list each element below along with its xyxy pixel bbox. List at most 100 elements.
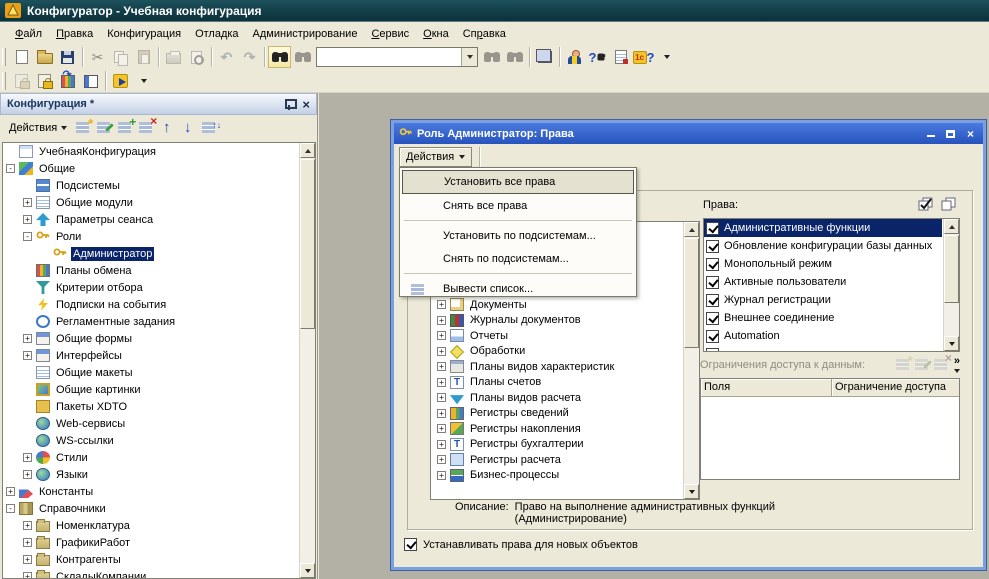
tree-item-label[interactable]: Справочники [37, 502, 108, 516]
expander-icon[interactable]: + [437, 393, 446, 402]
scroll-thumb[interactable] [300, 159, 315, 329]
expander-icon[interactable]: + [23, 453, 32, 462]
menu-item-clear-all-rights[interactable]: Снять все права [402, 194, 634, 217]
new-document-button[interactable] [10, 46, 33, 68]
tree-item-label[interactable]: Параметры сеанса [54, 213, 155, 227]
toolbar-grip[interactable] [2, 72, 6, 90]
expander-icon[interactable]: + [23, 538, 32, 547]
expander-icon[interactable]: + [437, 471, 446, 480]
tree-item-label[interactable]: Подсистемы [54, 179, 122, 193]
interface-editor-button[interactable] [79, 70, 102, 92]
tree-item-label[interactable]: Номенклатура [54, 519, 132, 533]
object-item[interactable]: + Регистры накопления [431, 421, 683, 437]
menu-configuration[interactable]: Конфигурация [100, 25, 188, 43]
tree-item[interactable]: Подписки на события [3, 296, 299, 313]
menu-debug[interactable]: Отладка [188, 25, 245, 43]
tree-item[interactable]: +Номенклатура [3, 517, 299, 534]
object-item[interactable]: + Планы видов характеристик [431, 359, 683, 375]
tree-item[interactable]: Пакеты XDTO [3, 398, 299, 415]
menu-service[interactable]: Сервис [364, 25, 416, 43]
print-preview-button[interactable] [185, 46, 208, 68]
tree-item[interactable]: -Общие [3, 160, 299, 177]
object-label[interactable]: Отчеты [468, 329, 510, 343]
tree-item-label[interactable]: Web-сервисы [54, 417, 127, 431]
expander-icon[interactable]: + [437, 409, 446, 418]
menu-item-output-list[interactable]: Вывести список... [402, 277, 634, 300]
search-input[interactable] [317, 48, 461, 66]
set-rights-for-new-objects[interactable]: Устанавливать права для новых объектов [404, 538, 638, 551]
expander-icon[interactable]: + [23, 215, 32, 224]
object-label[interactable]: Регистры накопления [468, 422, 583, 436]
check-all-icon[interactable] [917, 197, 934, 212]
object-item[interactable]: + Планы видов расчета [431, 390, 683, 406]
minimize-button[interactable] [923, 127, 938, 141]
close-icon[interactable]: × [302, 98, 310, 111]
tree-item-label[interactable]: Роли [54, 230, 83, 244]
syntax-check-button[interactable] [563, 46, 586, 68]
checkbox-checked[interactable] [706, 330, 719, 343]
tree-item-label[interactable]: Общие макеты [54, 366, 135, 380]
object-item[interactable]: +Журналы документов [431, 313, 683, 329]
expander-icon[interactable]: + [437, 424, 446, 433]
expander-icon[interactable]: + [437, 378, 446, 387]
cut-button[interactable]: ✂ [86, 46, 109, 68]
tree-item[interactable]: УчебнаяКонфигурация [3, 143, 299, 160]
add-item-button[interactable]: + [115, 120, 134, 136]
menu-administration[interactable]: Администрирование [246, 25, 365, 43]
dialog-actions-button[interactable]: Действия [399, 147, 472, 167]
toolbar2-more-button[interactable] [132, 70, 155, 92]
db-configuration-button[interactable] [56, 70, 79, 92]
object-item[interactable]: +TРегистры бухгалтерии [431, 437, 683, 453]
object-label[interactable]: Планы видов расчета [468, 391, 583, 405]
tree-item[interactable]: +Общие модули [3, 194, 299, 211]
rights-item[interactable]: Журнал регистрации [704, 291, 942, 309]
tree-item[interactable]: Регламентные задания [3, 313, 299, 330]
menu-file[interactable]: Файл [8, 25, 49, 43]
toolbar-more-button[interactable] [655, 46, 678, 68]
tree-item[interactable]: -Справочники [3, 500, 299, 517]
tree-item-label[interactable]: Критерии отбора [54, 281, 145, 295]
save-button[interactable] [56, 46, 79, 68]
tree-item-label[interactable]: ГрафикиРабот [54, 536, 132, 550]
tree-item[interactable]: Общие макеты [3, 364, 299, 381]
redo-button[interactable]: ↷ [238, 46, 261, 68]
scroll-up-button[interactable] [944, 219, 959, 234]
tree-item[interactable]: Критерии отбора [3, 279, 299, 296]
tree-scrollbar[interactable] [299, 143, 315, 578]
find-button[interactable] [268, 46, 291, 68]
tree-item[interactable]: +Константы [3, 483, 299, 500]
expander-icon[interactable]: + [437, 362, 446, 371]
object-label[interactable]: Журналы документов [468, 313, 583, 327]
actions-menu-button[interactable]: Действия [5, 120, 71, 136]
menu-item-set-all-rights[interactable]: Установить все права [402, 170, 634, 194]
checkbox-checked[interactable] [706, 276, 719, 289]
object-label[interactable]: Планы видов характеристик [468, 360, 616, 374]
object-label[interactable]: Бизнес-процессы [468, 468, 561, 482]
expander-icon[interactable]: + [23, 334, 32, 343]
rights-item-partial[interactable] [704, 345, 942, 352]
rights-item[interactable]: Обновление конфигурации базы данных [704, 237, 942, 255]
tree-item-label[interactable]: Общие картинки [54, 383, 143, 397]
about-1c-button[interactable]: 1с? [632, 46, 655, 68]
object-label[interactable]: Планы счетов [468, 375, 543, 389]
menu-item-clear-by-subsystems[interactable]: Снять по подсистемам... [402, 247, 634, 270]
tree-item[interactable]: + ГрафикиРабот [3, 534, 299, 551]
expander-icon[interactable]: + [23, 572, 32, 578]
object-item[interactable]: +Регистры расчета [431, 452, 683, 468]
undo-button[interactable]: ↶ [215, 46, 238, 68]
pin-icon[interactable] [284, 98, 294, 110]
tree-item-label[interactable]: Планы обмена [54, 264, 134, 278]
config-locked-button[interactable] [10, 70, 33, 92]
uncheck-all-icon[interactable] [940, 197, 957, 212]
object-label[interactable]: Обработки [468, 344, 527, 358]
edit-button[interactable] [94, 120, 113, 136]
menu-help[interactable]: Справка [456, 25, 513, 43]
expander-icon[interactable]: + [23, 555, 32, 564]
tree-item-label[interactable]: Общие [37, 162, 77, 176]
scroll-thumb[interactable] [684, 238, 699, 348]
restriction-delete-button[interactable]: × [931, 357, 950, 373]
add-button[interactable]: * [73, 120, 92, 136]
expander-icon[interactable]: + [23, 351, 32, 360]
checkbox-checked[interactable] [706, 222, 719, 235]
scroll-up-button[interactable] [684, 222, 699, 237]
